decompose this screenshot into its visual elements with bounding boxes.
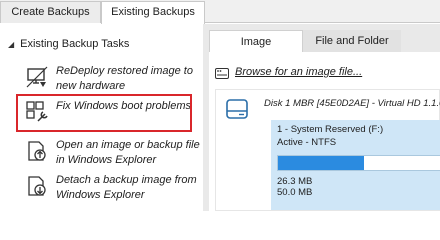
section-header[interactable]: ◢ Existing Backup Tasks <box>8 38 129 50</box>
highlight-box <box>16 94 192 132</box>
existing-backup-tasks-panel: ◢ Existing Backup Tasks ReDeploy restored… <box>0 24 203 211</box>
disk-title: Disk 1 MBR [45E0D2AE] - Virtual HD 1.1.0 <box>264 98 440 109</box>
browse-image-link[interactable]: Browse for an image file... <box>235 66 362 78</box>
collapse-triangle-icon[interactable]: ◢ <box>8 40 14 49</box>
disk-card[interactable]: Disk 1 MBR [45E0D2AE] - Virtual HD 1.1.0… <box>215 89 440 211</box>
partition-used: 26.3 MB <box>277 176 313 187</box>
inner-tab-strip: Image File and Folder <box>209 30 440 52</box>
task-open-image[interactable]: Open an image or backup file in Windows … <box>26 138 202 172</box>
tab-file-and-folder[interactable]: File and Folder <box>303 30 401 52</box>
section-title: Existing Backup Tasks <box>20 38 130 50</box>
image-panel: Image File and Folder Browse for an imag… <box>203 24 440 211</box>
redeploy-icon <box>26 66 48 88</box>
partition-name: 1 - System Reserved (F:) <box>277 124 384 135</box>
tab-existing-backups[interactable]: Existing Backups <box>101 1 205 24</box>
task-detach-image[interactable]: Detach a backup image from Windows Explo… <box>26 173 202 207</box>
browse-image-icon[interactable] <box>215 68 229 79</box>
task-label: ReDeploy restored image to new hardware <box>56 65 193 92</box>
partition-usage-bar <box>277 155 440 171</box>
task-label: Detach a backup image from Windows Explo… <box>56 174 197 201</box>
main-tab-strip: Create Backups Existing Backups <box>0 0 440 24</box>
detach-image-icon <box>28 176 46 196</box>
task-redeploy[interactable]: ReDeploy restored image to new hardware <box>26 64 202 98</box>
tab-image[interactable]: Image <box>209 30 303 52</box>
image-tab-content: Browse for an image file... Disk 1 MBR [… <box>209 52 440 211</box>
open-image-icon <box>28 141 46 161</box>
task-label: Open an image or backup file in Windows … <box>56 139 200 166</box>
hard-disk-icon <box>226 99 248 119</box>
partition-tile[interactable]: 1 - System Reserved (F:) Active - NTFS 2… <box>271 120 440 210</box>
partition-total: 50.0 MB <box>277 187 313 198</box>
tab-create-backups[interactable]: Create Backups <box>0 1 101 23</box>
partition-usage-fill <box>278 156 365 170</box>
partition-status: Active - NTFS <box>277 137 337 148</box>
